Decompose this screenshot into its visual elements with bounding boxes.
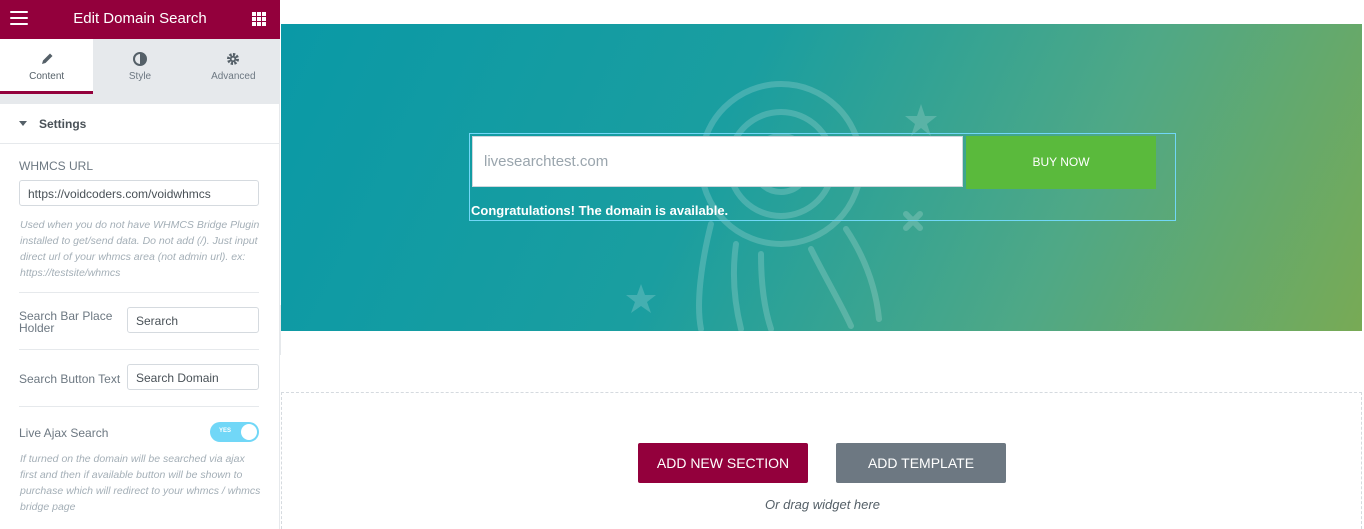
panel-header: Edit Domain Search <box>0 0 280 39</box>
buy-now-button[interactable]: BUY NOW <box>966 136 1156 189</box>
live-ajax-label: Live Ajax Search <box>19 426 109 440</box>
search-placeholder-label: Search Bar Place Holder <box>19 309 113 335</box>
availability-message: Congratulations! The domain is available… <box>471 203 729 218</box>
search-button-text-input[interactable]: Search Domain <box>127 364 259 390</box>
tab-advanced-label: Advanced <box>211 71 256 82</box>
preview-canvas: livesearchtest.com BUY NOW Congratulatio… <box>281 0 1364 529</box>
tab-content-label: Content <box>29 71 65 82</box>
live-ajax-toggle[interactable]: YES <box>210 422 259 442</box>
caret-down-icon <box>19 121 27 126</box>
whmcs-url-label: WHMCS URL <box>19 159 93 173</box>
pencil-icon <box>41 53 53 64</box>
settings-section-toggle[interactable]: Settings <box>0 104 280 144</box>
panel-tabs: Content Style Advanced <box>0 39 280 94</box>
editor-panel: Edit Domain Search Content Style Advance… <box>0 0 280 529</box>
live-ajax-description: If turned on the domain will be searched… <box>20 453 261 513</box>
toggle-yes-text: YES <box>219 428 232 434</box>
drag-widget-hint: Or drag widget here <box>765 497 880 512</box>
tab-divider <box>0 94 280 104</box>
whmcs-url-input[interactable]: https://voidcoders.com/voidwhmcs <box>19 180 259 206</box>
gear-icon <box>227 53 240 65</box>
divider <box>19 406 259 407</box>
tab-style-label: Style <box>128 71 152 82</box>
search-button-text-label: Search Button Text <box>19 372 121 386</box>
divider <box>19 349 259 350</box>
tab-content[interactable]: Content <box>0 39 94 94</box>
divider <box>19 292 259 293</box>
search-placeholder-input[interactable]: Serarch <box>127 307 259 333</box>
tab-style[interactable]: Style <box>93 39 187 94</box>
domain-search-input[interactable]: livesearchtest.com <box>472 136 963 187</box>
widgets-grid-icon[interactable] <box>252 12 266 26</box>
tab-advanced[interactable]: Advanced <box>186 39 280 94</box>
settings-section-title: Settings <box>39 117 87 131</box>
panel-title: Edit Domain Search <box>73 10 207 27</box>
add-new-section-button[interactable]: ADD NEW SECTION <box>638 443 808 483</box>
half-circle-icon <box>132 52 147 66</box>
add-template-button[interactable]: ADD TEMPLATE <box>836 443 1006 483</box>
whmcs-url-description: Used when you do not have WHMCS Bridge P… <box>20 219 260 279</box>
toggle-knob <box>241 424 257 440</box>
hero-section[interactable]: livesearchtest.com BUY NOW Congratulatio… <box>281 24 1362 331</box>
